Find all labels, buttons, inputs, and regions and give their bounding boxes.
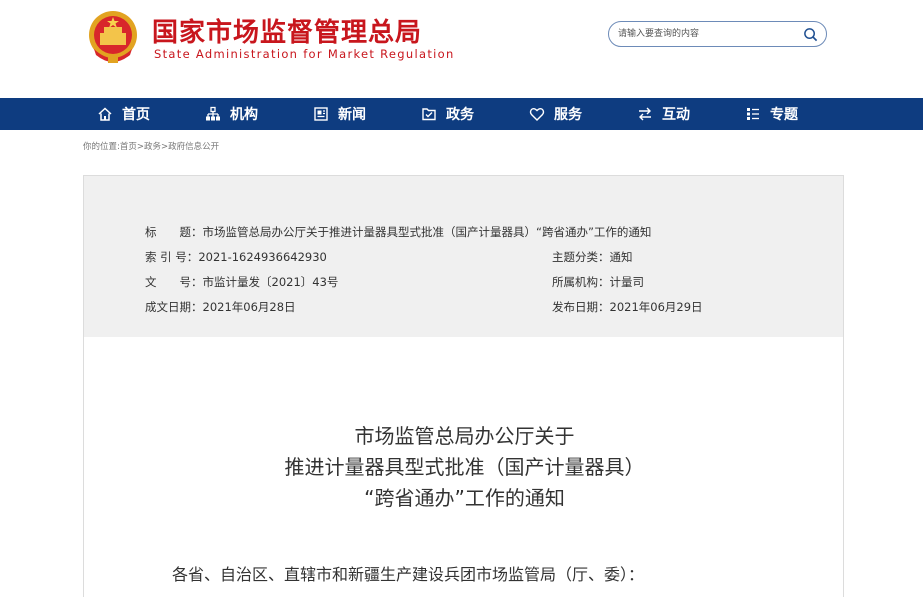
nav-item-topics[interactable]: 专题	[745, 98, 798, 130]
nav-label-topics: 专题	[770, 107, 798, 123]
nav-label-services: 服务	[554, 107, 582, 123]
meta-created-label: 成文日期：	[145, 300, 203, 314]
main-nav: 首页 机构 新闻 政务 服务 互动 专题	[0, 98, 923, 130]
breadcrumb-separator: >	[136, 142, 145, 152]
meta-title-value: 市场监管总局办公厅关于推进计量器具型式批准（国产计量器具）“跨省通办”工作的通知	[202, 225, 652, 239]
document-title-line: “跨省通办”工作的通知	[364, 486, 565, 510]
newspaper-icon	[314, 107, 328, 121]
document-title-line: 市场监管总局办公厅关于	[354, 424, 575, 448]
nav-item-services[interactable]: 服务	[529, 98, 582, 130]
folder-icon	[422, 108, 436, 121]
document-meta-panel: 标 题：市场监管总局办公厅关于推进计量器具型式批准（国产计量器具）“跨省通办”工…	[83, 175, 844, 338]
nav-label-home: 首页	[122, 107, 150, 123]
national-emblem-icon[interactable]	[86, 9, 140, 65]
meta-category-row: 主题分类：通知	[552, 249, 633, 265]
nav-label-affairs: 政务	[446, 107, 474, 123]
meta-published-value: 2021年06月29日	[609, 300, 703, 314]
nav-item-org[interactable]: 机构	[205, 98, 258, 130]
breadcrumb-prefix: 你的位置:	[83, 142, 120, 152]
org-chart-icon	[206, 106, 220, 121]
breadcrumb-link-disclosure[interactable]: 政府信息公开	[168, 142, 219, 152]
meta-org-value: 计量司	[609, 275, 645, 289]
nav-label-interact: 互动	[662, 107, 690, 123]
meta-title-label: 标 题：	[145, 225, 203, 239]
meta-published-label: 发布日期：	[552, 300, 610, 314]
meta-docno-row: 文 号：市监计量发〔2021〕43号	[145, 274, 338, 290]
meta-created-row: 成文日期：2021年06月28日	[145, 299, 296, 315]
meta-org-label: 所属机构：	[552, 275, 610, 289]
site-header: 国家市场监督管理总局 State Administration for Mark…	[0, 0, 923, 98]
site-title[interactable]: 国家市场监督管理总局	[152, 12, 422, 49]
document-salutation: 各省、自治区、直辖市和新疆生产建设兵团市场监管局（厅、委）：	[172, 565, 645, 584]
grid-icon	[747, 108, 759, 120]
nav-label-org: 机构	[230, 107, 258, 123]
meta-created-value: 2021年06月28日	[202, 300, 296, 314]
exchange-icon	[639, 107, 651, 121]
meta-index-label: 索 引 号：	[145, 250, 199, 264]
home-icon	[98, 107, 112, 121]
breadcrumb-link-affairs[interactable]: 政务	[144, 142, 161, 152]
heart-icon	[529, 108, 545, 121]
breadcrumb: 你的位置:首页>政务>政府信息公开	[83, 140, 219, 152]
meta-published-row: 发布日期：2021年06月29日	[552, 299, 703, 315]
document-title: 市场监管总局办公厅关于 推进计量器具型式批准（国产计量器具） “跨省通办”工作的…	[84, 421, 845, 514]
meta-category-label: 主题分类：	[552, 250, 610, 264]
search-box	[608, 21, 827, 47]
site-subtitle: State Administration for Market Regulati…	[154, 47, 455, 61]
search-input[interactable]	[618, 26, 798, 42]
meta-docno-value: 市监计量发〔2021〕43号	[202, 275, 339, 289]
meta-org-row: 所属机构：计量司	[552, 274, 644, 290]
breadcrumb-link-home[interactable]: 首页	[120, 142, 137, 152]
meta-index-row: 索 引 号：2021-1624936642930	[145, 249, 327, 265]
nav-item-news[interactable]: 新闻	[313, 98, 366, 130]
nav-item-home[interactable]: 首页	[97, 98, 150, 130]
meta-index-value: 2021-1624936642930	[198, 250, 327, 264]
nav-label-news: 新闻	[338, 107, 366, 123]
document-body: 市场监管总局办公厅关于 推进计量器具型式批准（国产计量器具） “跨省通办”工作的…	[83, 337, 844, 597]
nav-item-affairs[interactable]: 政务	[421, 98, 474, 130]
document-title-line: 推进计量器具型式批准（国产计量器具）	[284, 455, 645, 479]
search-icon[interactable]	[803, 27, 818, 42]
meta-docno-label: 文 号：	[145, 275, 203, 289]
meta-title-row: 标 题：市场监管总局办公厅关于推进计量器具型式批准（国产计量器具）“跨省通办”工…	[145, 224, 651, 240]
nav-item-interact[interactable]: 互动	[637, 98, 690, 130]
meta-category-value: 通知	[609, 250, 633, 264]
